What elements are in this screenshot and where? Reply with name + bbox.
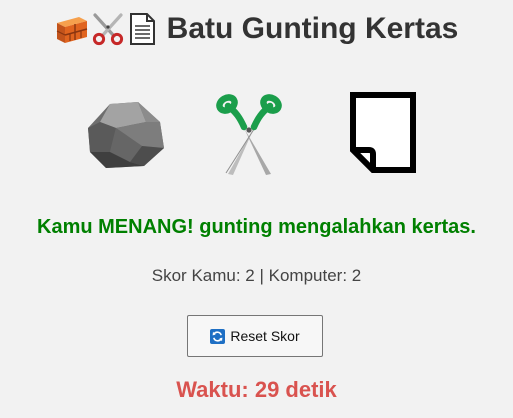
paper-icon: [349, 92, 417, 174]
rock-icon: [86, 100, 166, 170]
page-icon: [127, 12, 157, 46]
choice-group: [0, 90, 513, 176]
page-header: Batu Gunting Kertas: [0, 8, 513, 50]
scissors-icon: [216, 94, 284, 176]
reset-score-label: Reset Skor: [230, 328, 300, 344]
result-message: Kamu MENANG! gunting mengalahkan kertas.: [37, 216, 476, 238]
scissors-icon: [91, 12, 125, 46]
choice-paper-button[interactable]: [349, 92, 417, 174]
reset-score-button[interactable]: Reset Skor: [187, 315, 323, 357]
page-title: Batu Gunting Kertas: [166, 12, 459, 45]
score-display: Skor Kamu: 2 | Komputer: 2: [151, 266, 362, 285]
refresh-icon: [210, 328, 226, 344]
title-icons: [55, 12, 157, 46]
choice-scissors-button[interactable]: [216, 94, 284, 176]
choice-rock-button[interactable]: [86, 100, 166, 170]
bricks-icon: [55, 13, 89, 45]
timer-display: Waktu: 29 detik: [176, 377, 337, 402]
